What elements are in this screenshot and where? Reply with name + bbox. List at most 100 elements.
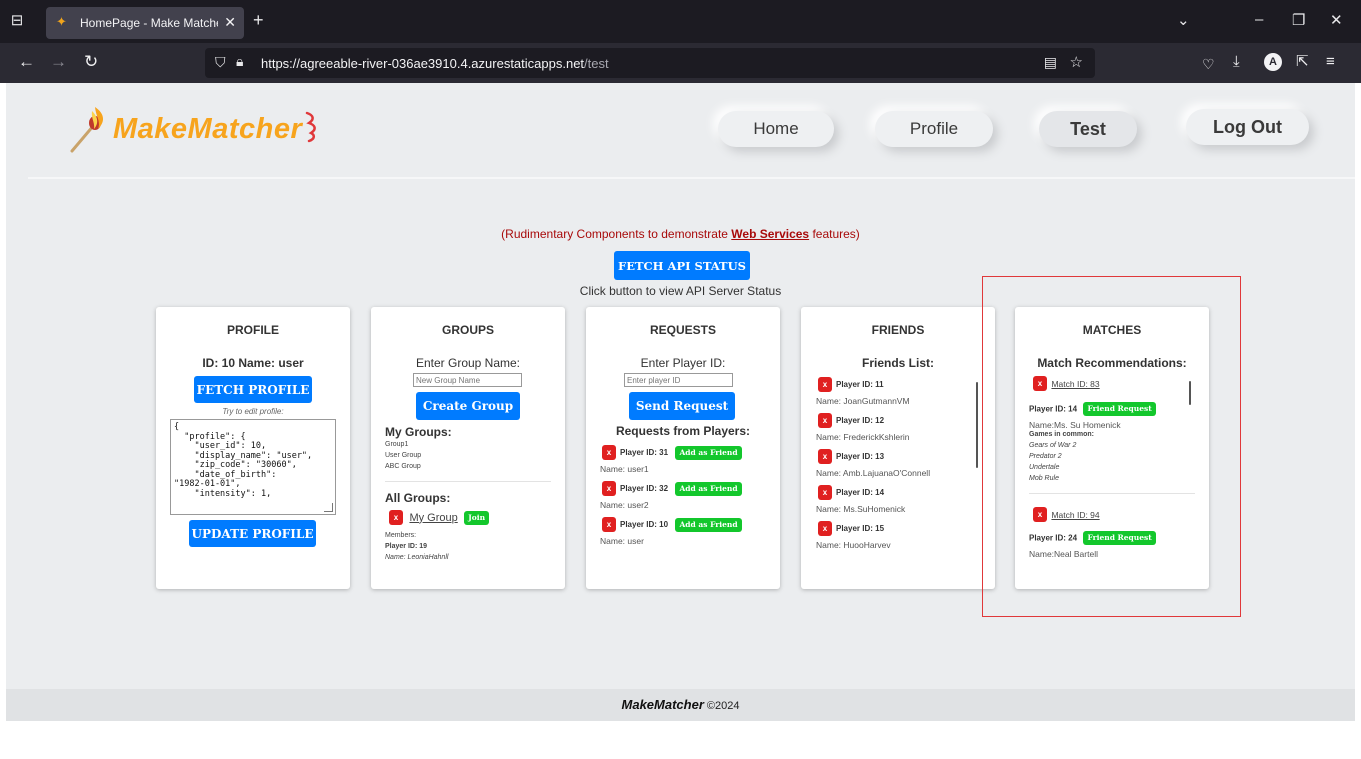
tracking-shield-icon[interactable]: ⛉ [215,54,226,71]
requests-card: REQUESTS Enter Player ID: Send Request R… [586,307,780,589]
profile-json-text: { "profile": { "user_id": 10, "display_n… [174,422,313,499]
friend-name: Name: JoanGutmannVM [816,396,910,406]
request-row: x Player ID: 31 Add as Friend [602,444,742,462]
update-profile-button[interactable]: UPDATE PROFILE [189,520,316,547]
browser-nav-bar: ← → ↻ ⛉ 🔒︎ https://agreeable-river-036ae… [0,43,1361,83]
notice-prefix: (Rudimentary Components to demonstrate [501,227,732,241]
groups-card: GROUPS Enter Group Name: Create Group My… [371,307,565,589]
reload-icon[interactable]: ↻ [84,53,98,71]
tab-overflow-chevron-icon[interactable]: ⌄ [1177,11,1190,29]
new-tab-icon[interactable]: + [253,10,264,31]
friends-card-title: FRIENDS [871,323,925,337]
web-services-link[interactable]: Web Services [731,227,809,241]
header-divider [28,177,1355,179]
requests-list-title: Requests from Players: [615,424,751,438]
friend-player-id: Player ID: 12 [836,416,885,426]
request-player-name: Name: user2 [600,500,649,510]
url-text[interactable]: https://agreeable-river-036ae3910.4.azur… [261,56,609,71]
decline-request-icon[interactable]: x [602,445,616,461]
site-header: MakeMatcher Home Profile Test Log Out [6,83,1355,179]
remove-friend-icon[interactable]: x [818,485,832,501]
friend-row: x Player ID: 13 [818,448,884,466]
request-player-name: Name: user1 [600,464,649,474]
back-icon[interactable]: ← [18,53,35,71]
friends-scrollbar[interactable] [976,382,978,468]
site-footer: MakeMatcher ©2024 [6,689,1355,721]
my-group-item[interactable]: User Group [385,452,421,459]
fetch-profile-button[interactable]: FETCH PROFILE [194,376,312,403]
close-window-icon[interactable]: ✕ [1330,11,1343,29]
profile-card: PROFILE ID: 10 Name: user FETCH PROFILE … [156,307,350,589]
nav-logout[interactable]: Log Out [1186,109,1309,145]
request-player-name: Name: user [600,536,644,546]
add-as-friend-button[interactable]: Add as Friend [675,481,742,496]
minimize-icon[interactable]: – [1255,11,1263,28]
web-services-notice: (Rudimentary Components to demonstrate W… [6,227,1355,241]
friend-name: Name: Amb.LajuanaO'Connell [816,468,931,478]
request-player-id: Player ID: 31 [620,448,669,458]
group-name-input[interactable] [413,373,522,387]
friend-name: Name: Ms.SuHomenick [816,504,906,514]
pocket-icon[interactable]: ♡ [1202,55,1215,73]
create-group-button[interactable]: Create Group [416,392,520,420]
members-label: Members: [385,532,417,539]
page-bottom-area [6,721,1355,759]
browser-tab[interactable]: ✦ HomePage - Make Matcher Tea ✕ [46,7,244,39]
request-row: x Player ID: 10 Add as Friend [602,516,742,534]
lock-icon[interactable]: 🔒︎ [236,53,243,70]
friends-list-title: Friends List: [861,356,934,370]
close-tab-icon[interactable]: ✕ [224,14,236,31]
nav-home[interactable]: Home [718,111,834,147]
bookmark-star-icon[interactable]: ☆ [1070,53,1083,71]
profile-card-title: PROFILE [226,323,279,337]
group-name-link[interactable]: My Group [409,512,457,524]
player-id-input[interactable] [624,373,733,387]
url-host: https://agreeable-river-036ae3910.4.azur… [261,56,585,71]
download-icon[interactable]: ⤓ [1233,53,1240,71]
friend-player-id: Player ID: 15 [836,524,885,534]
tab-title: HomePage - Make Matcher Tea [80,16,218,30]
account-avatar-icon[interactable]: A [1264,53,1282,71]
decline-request-icon[interactable]: x [602,517,616,533]
notice-suffix: features) [809,227,860,241]
request-player-id: Player ID: 10 [620,520,669,530]
add-as-friend-button[interactable]: Add as Friend [675,445,742,460]
join-group-button[interactable]: Join [464,510,490,525]
friend-player-id: Player ID: 11 [836,380,884,390]
group-name-prompt: Enter Group Name: [415,356,521,370]
friend-row: x Player ID: 14 [818,484,884,502]
requests-card-title: REQUESTS [649,323,716,337]
flame-squiggle-icon [305,111,316,143]
request-row: x Player ID: 32 Add as Friend [602,480,742,498]
add-as-friend-button[interactable]: Add as Friend [675,517,742,532]
restore-icon[interactable]: ❐ [1292,11,1305,29]
profile-id-name: ID: 10 Name: user [202,356,304,370]
member-name: Name: LeoniaHahnll [385,554,449,561]
extensions-icon[interactable]: ⇱ [1296,53,1309,71]
friend-player-id: Player ID: 14 [836,488,885,498]
address-bar[interactable]: ⛉ 🔒︎ https://agreeable-river-036ae3910.4… [205,48,1095,78]
friends-card: FRIENDS Friends List: x Player ID: 11 Nam… [801,307,995,589]
browser-tab-bar: ⊟ ✦ HomePage - Make Matcher Tea ✕ + ⌄ – … [0,0,1361,43]
tab-list-icon[interactable]: ⊟ [8,12,26,30]
decline-request-icon[interactable]: x [602,481,616,497]
app-menu-icon[interactable]: ≡ [1326,53,1335,71]
fetch-api-status-button[interactable]: FETCH API STATUS [614,251,750,280]
profile-json-editor[interactable]: { "profile": { "user_id": 10, "display_n… [170,419,336,515]
player-id-prompt: Enter Player ID: [640,356,726,370]
my-group-item[interactable]: Group1 [385,441,408,448]
resize-grip-icon[interactable] [324,503,333,512]
forward-icon[interactable]: → [50,53,67,71]
reader-view-icon[interactable]: ▤ [1044,54,1057,71]
nav-profile[interactable]: Profile [875,111,993,147]
remove-friend-icon[interactable]: x [818,449,832,465]
all-group-row: x My Group Join [389,509,490,527]
remove-friend-icon[interactable]: x [818,377,832,393]
my-group-item[interactable]: ABC Group [385,463,421,470]
nav-test[interactable]: Test [1039,111,1137,147]
remove-friend-icon[interactable]: x [818,521,832,537]
friend-row: x Player ID: 12 [818,412,884,430]
send-request-button[interactable]: Send Request [629,392,735,420]
delete-group-icon[interactable]: x [389,510,403,526]
remove-friend-icon[interactable]: x [818,413,832,429]
